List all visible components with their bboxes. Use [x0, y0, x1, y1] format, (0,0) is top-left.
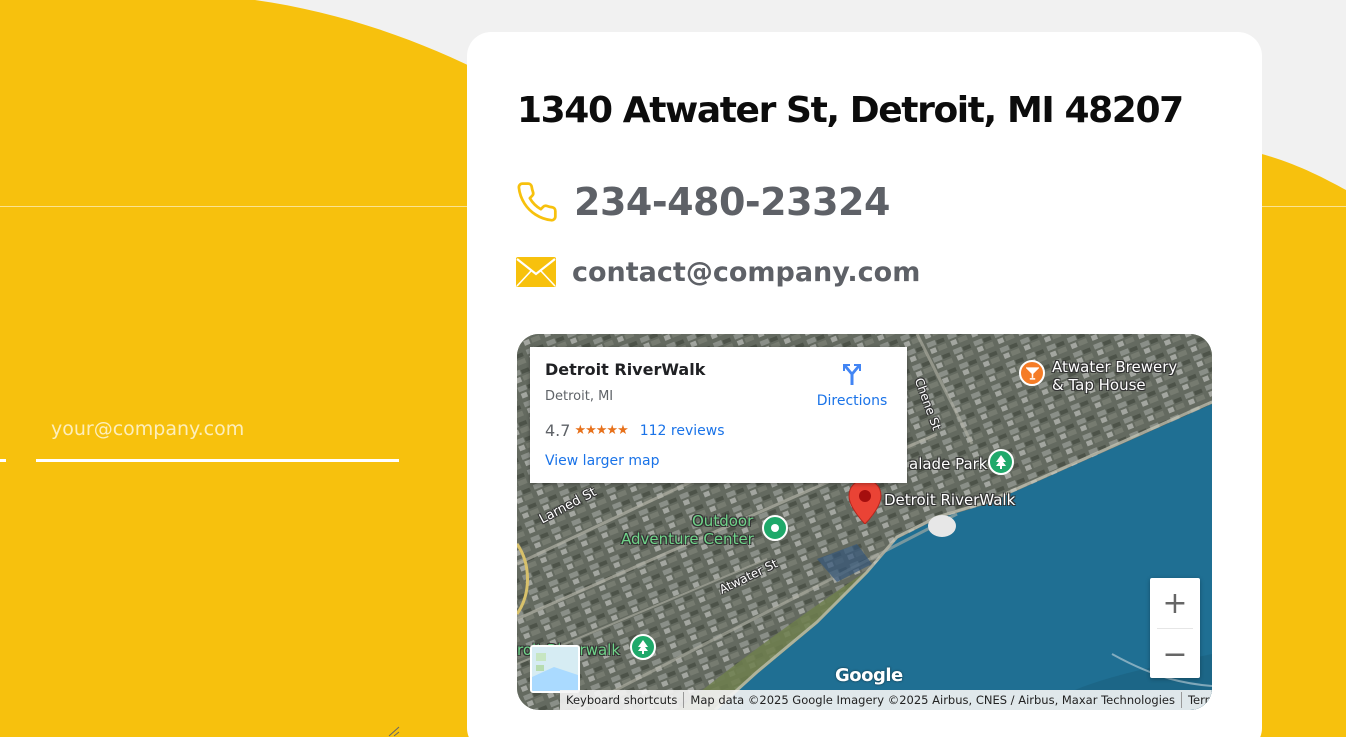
map-label-brewery: Atwater Brewery	[1052, 358, 1178, 376]
view-larger-map-link[interactable]: View larger map	[545, 453, 659, 469]
place-subtitle: Detroit, MI	[545, 389, 614, 404]
map-type-toggle[interactable]	[530, 645, 580, 693]
terms-link[interactable]: Terms	[1182, 693, 1212, 707]
contact-phone[interactable]: 234-480-23324	[574, 180, 890, 224]
email-row: contact@company.com	[516, 250, 920, 294]
map-label-outdoor: Outdoor	[692, 512, 754, 530]
map-label-brewery-2: & Tap House	[1052, 376, 1146, 394]
contact-address: 1340 Atwater St, Detroit, MI 48207	[517, 90, 1184, 131]
phone-row: 234-480-23324	[515, 179, 890, 225]
zoom-in-button[interactable]: +	[1150, 578, 1200, 628]
keyboard-shortcuts-link[interactable]: Keyboard shortcuts	[560, 693, 683, 707]
outdoor-center-poi-icon[interactable]	[762, 515, 788, 541]
rating-value: 4.7	[545, 421, 571, 440]
riverwalk-park-poi-icon[interactable]	[630, 634, 656, 660]
zoom-controls: + −	[1150, 578, 1200, 678]
contact-card: 1340 Atwater St, Detroit, MI 48207 234-4…	[467, 32, 1262, 737]
contact-email[interactable]: contact@company.com	[572, 257, 920, 288]
directions-label: Directions	[816, 393, 888, 409]
map-embed[interactable]: Atwater Brewery & Tap House alade Park D…	[517, 334, 1212, 710]
map-pin-icon[interactable]	[848, 480, 882, 524]
field-underline-fragment	[0, 459, 6, 462]
map-thumbnail-icon	[532, 647, 578, 691]
map-info-window: Detroit RiverWalk Detroit, MI 4.7 ★★★★★ …	[530, 347, 907, 483]
map-data-attribution: Map data ©2025 Google Imagery ©2025 Airb…	[690, 693, 1175, 707]
map-label-pin: Detroit RiverWalk	[884, 491, 1016, 509]
park-poi-icon[interactable]	[988, 449, 1014, 475]
directions-icon	[843, 364, 861, 385]
map-label-outdoor-2: Adventure Center	[621, 530, 754, 548]
directions-button[interactable]: Directions	[816, 361, 888, 409]
zoom-out-button[interactable]: −	[1150, 629, 1200, 679]
map-label-park: alade Park	[909, 455, 988, 473]
star-rating-icon: ★★★★★	[574, 423, 628, 438]
reviews-link[interactable]: 112 reviews	[640, 423, 725, 439]
phone-icon	[517, 182, 557, 222]
map-attribution-bar: Keyboard shortcuts Map data ©2025 Google…	[560, 690, 1212, 710]
place-title: Detroit RiverWalk	[545, 360, 706, 379]
textarea-resize-handle[interactable]	[386, 724, 400, 737]
google-logo: Google	[835, 665, 903, 686]
rating-row: 4.7 ★★★★★ 112 reviews	[545, 421, 725, 440]
bar-poi-icon[interactable]	[1019, 360, 1045, 386]
email-input[interactable]	[36, 410, 399, 462]
envelope-icon	[516, 257, 556, 287]
